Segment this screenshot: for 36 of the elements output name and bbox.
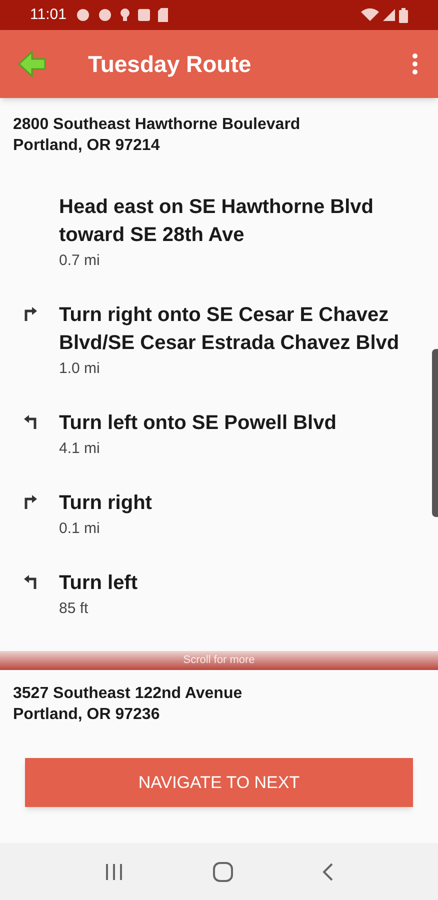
wifi-icon: [361, 8, 379, 22]
destination-address: Portland, OR 97236: [13, 705, 161, 725]
signal-icon: [383, 8, 395, 22]
status-time: 11:01: [30, 4, 66, 25]
step-distance: 4.1 mi: [59, 439, 101, 459]
recent-apps-icon[interactable]: [104, 862, 124, 880]
step-distance: 0.7 mi: [59, 251, 101, 271]
step-distance: 1.0 mi: [59, 359, 101, 379]
step-instruction: Turn right: [59, 491, 153, 516]
start-address: 2800 Southeast Hawthorne Boulevard: [13, 115, 302, 135]
step-instruction: Turn left onto SE Powell Blvd: [59, 411, 338, 436]
back-arrow-icon: [17, 50, 47, 78]
notification-icon: [98, 8, 112, 22]
start-address: Portland, OR 97214: [13, 136, 161, 156]
turn-right-icon: [24, 495, 37, 509]
bulb-icon: [120, 8, 130, 22]
more-vertical-icon: [412, 53, 418, 75]
navigate-button[interactable]: NAVIGATE TO NEXT: [25, 758, 413, 807]
destination-address: 3527 Southeast 122nd Avenue: [13, 684, 244, 704]
turn-right-icon: [24, 307, 37, 321]
battery-icon: [399, 8, 408, 22]
step-distance: 85 ft: [59, 599, 90, 619]
turn-left-icon: [24, 415, 37, 429]
home-icon[interactable]: [212, 860, 234, 882]
step-instruction: Turn right onto SE Cesar E Chavez Blvd/SE Cesar Estrada Chavez Blvd: [59, 303, 400, 356]
turn-left-icon: [24, 575, 37, 589]
app-bar-title: Tuesday Route: [88, 50, 252, 79]
image-icon: [138, 8, 150, 22]
scroll-hint-banner: Scroll for more: [0, 651, 438, 670]
scrollbar[interactable]: [432, 349, 438, 517]
step-distance: 0.1 mi: [59, 519, 101, 539]
step-instruction: Head east on SE Hawthorne Blvd toward SE 28th Ave: [59, 195, 375, 248]
step-instruction: Turn left: [59, 571, 139, 596]
sd-card-icon: [158, 8, 168, 22]
notification-icon: [76, 8, 90, 22]
back-icon[interactable]: [322, 862, 334, 882]
